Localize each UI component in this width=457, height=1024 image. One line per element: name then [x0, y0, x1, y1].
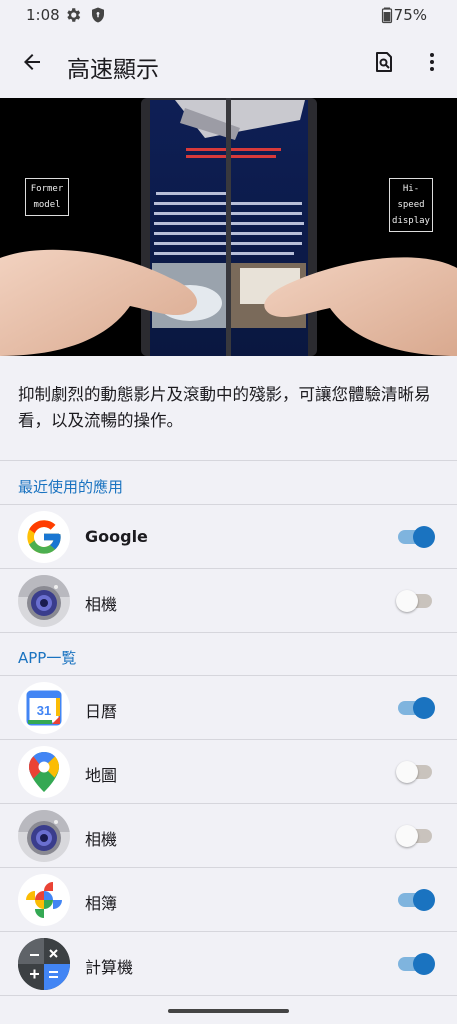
- photos-icon: [18, 874, 70, 926]
- toggle-switch[interactable]: [396, 589, 436, 613]
- settings-gear-icon: [67, 8, 81, 22]
- divider: [0, 460, 457, 461]
- hi-speed-display-label: Hi-speed display: [389, 178, 433, 232]
- toggle-switch[interactable]: [396, 760, 436, 784]
- page-title: 高速顯示: [67, 57, 159, 83]
- back-button[interactable]: [14, 44, 50, 80]
- toggle-switch[interactable]: [398, 525, 436, 549]
- find-in-page-icon: [376, 52, 392, 72]
- divider: [0, 995, 457, 996]
- app-row-google[interactable]: Google: [0, 505, 457, 568]
- home-gesture-bar[interactable]: [168, 1009, 289, 1013]
- app-row-calculator[interactable]: 計算機: [0, 932, 457, 995]
- hi-speed-demo-image: Former model Hi-speed display: [0, 98, 457, 356]
- toggle-switch[interactable]: [396, 824, 436, 848]
- more-vert-icon: [430, 53, 434, 71]
- feature-description: 抑制劇烈的動態影片及滾動中的殘影，可讓您體驗清晰易看，以及流暢的操作。: [18, 385, 431, 430]
- more-options-button[interactable]: [414, 44, 450, 80]
- calendar-icon: 31: [18, 682, 70, 734]
- arrow-back-icon: [24, 54, 40, 70]
- section-header-all-apps: APP一覧: [18, 649, 77, 667]
- app-row-camera-recent[interactable]: 相機: [0, 569, 457, 632]
- toggle-switch[interactable]: [398, 696, 436, 720]
- calculator-icon: [18, 938, 70, 990]
- status-bar: 1:08 75%: [0, 0, 457, 32]
- search-in-page-button[interactable]: [366, 44, 402, 80]
- app-row-maps[interactable]: 地圖: [0, 740, 457, 803]
- status-time: 1:08: [26, 6, 60, 24]
- app-name: 地圖: [85, 766, 118, 785]
- app-name: Google: [85, 527, 148, 546]
- former-model-label: Former model: [25, 178, 69, 216]
- section-header-recent: 最近使用的應用: [18, 478, 124, 496]
- app-row-calendar[interactable]: 31 日曆: [0, 676, 457, 739]
- app-bar: 高速顯示: [0, 32, 457, 98]
- shield-icon: [92, 7, 104, 23]
- camera-icon: [18, 810, 70, 862]
- maps-icon: [18, 746, 70, 798]
- toggle-switch[interactable]: [398, 888, 436, 912]
- app-name: 相機: [85, 595, 118, 614]
- google-icon: [18, 511, 70, 563]
- app-name: 日曆: [85, 702, 118, 721]
- toggle-switch[interactable]: [398, 952, 436, 976]
- app-name: 相機: [85, 830, 118, 849]
- app-name: 相簿: [85, 894, 118, 913]
- divider: [0, 632, 457, 633]
- camera-icon: [18, 575, 70, 627]
- app-row-photos[interactable]: 相簿: [0, 868, 457, 931]
- app-name: 計算機: [85, 958, 134, 977]
- svg-text:31: 31: [37, 703, 51, 718]
- battery-percent: 75%: [393, 6, 427, 24]
- app-row-camera[interactable]: 相機: [0, 804, 457, 867]
